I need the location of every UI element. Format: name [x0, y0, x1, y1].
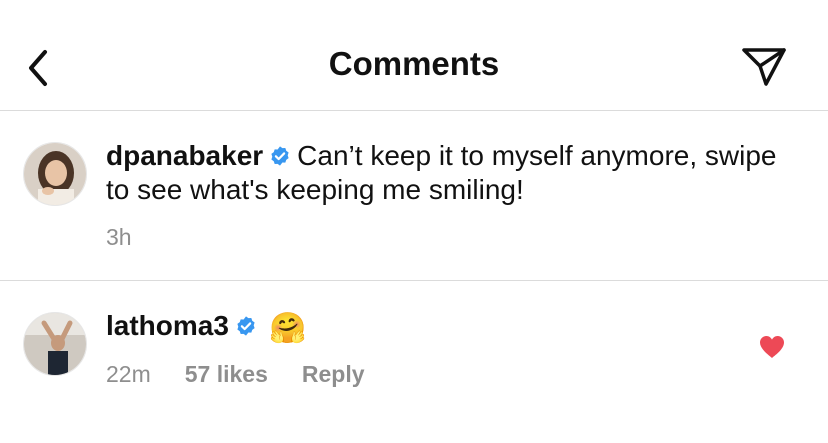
comment-meta: 22m 57 likes Reply [106, 361, 399, 388]
comment-username[interactable]: lathoma3 [106, 310, 229, 341]
caption-username[interactable]: dpanabaker [106, 140, 263, 171]
post-caption: dpanabaker Can’t keep it to myself anymor… [0, 111, 828, 281]
comment-text-block: lathoma3 🤗 [106, 309, 786, 346]
header-bar: Comments [0, 0, 828, 111]
heart-filled-icon [760, 336, 784, 358]
like-button[interactable] [757, 333, 787, 361]
avatar[interactable] [23, 142, 87, 206]
page-title: Comments [328, 45, 500, 82]
avatar[interactable] [23, 312, 87, 376]
reply-button[interactable]: Reply [302, 361, 365, 388]
comment-timestamp: 22m [106, 361, 151, 387]
comment-likes-count[interactable]: 57 likes [185, 361, 268, 388]
share-button[interactable] [736, 44, 792, 90]
verified-badge-icon [237, 316, 255, 336]
comment-text: 🤗 [268, 312, 307, 345]
caption-timestamp: 3h [106, 224, 132, 250]
caption-text-block: dpanabaker Can’t keep it to myself anymor… [106, 139, 786, 207]
verified-badge-icon [271, 146, 289, 166]
paper-plane-icon [742, 48, 786, 86]
comment-row: lathoma3 🤗 22m 57 likes Reply [0, 281, 828, 443]
